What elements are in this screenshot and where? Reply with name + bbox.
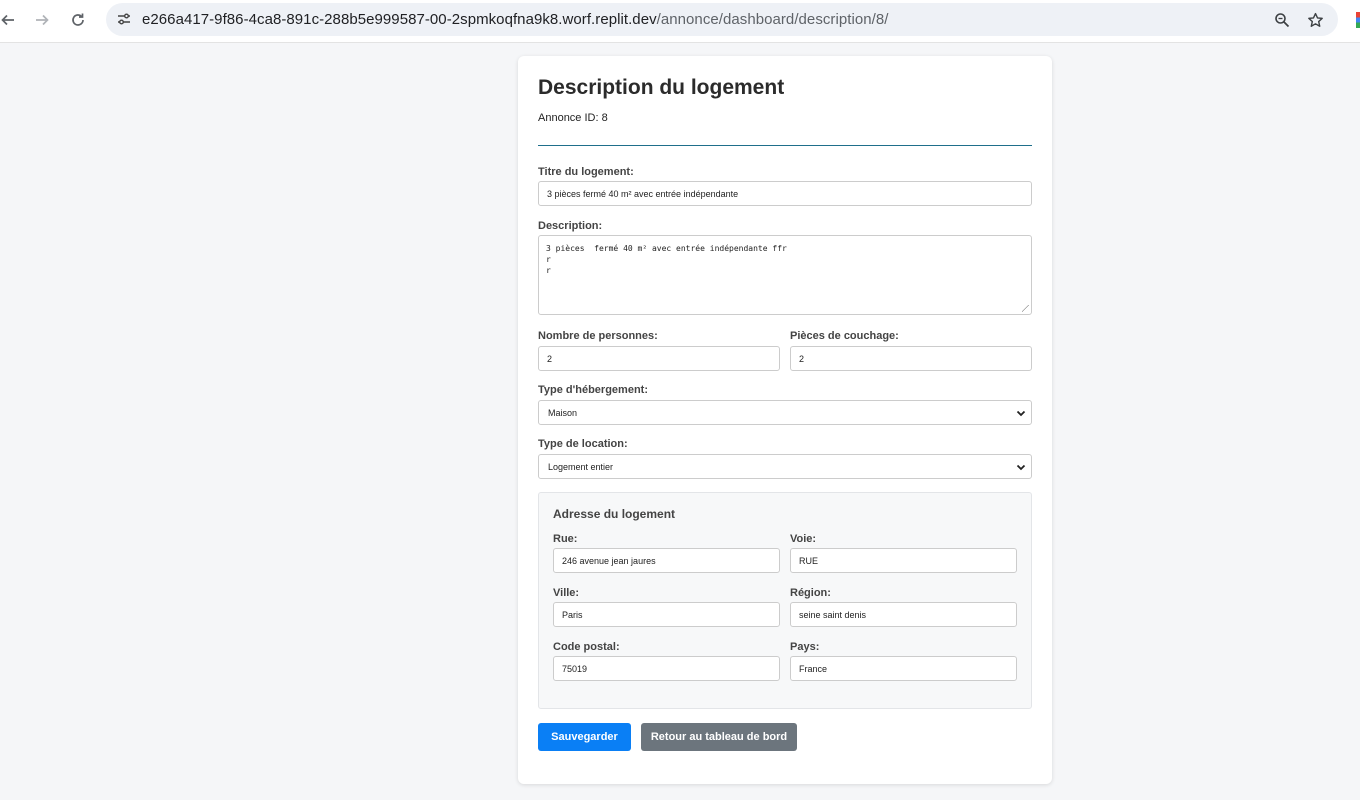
hebergement-value: Maison xyxy=(548,407,578,418)
titre-input[interactable]: 3 pièces fermé 40 m² avec entrée indépen… xyxy=(538,181,1032,206)
reload-icon[interactable] xyxy=(64,6,92,34)
page-title: Description du logement xyxy=(538,76,785,99)
ville-input[interactable]: Paris xyxy=(553,602,780,627)
titre-label: Titre du logement: xyxy=(538,166,634,178)
zoom-icon[interactable] xyxy=(1270,8,1294,32)
url-path: /annonce/dashboard/description/8/ xyxy=(656,11,889,28)
region-input[interactable]: seine saint denis xyxy=(790,602,1017,627)
personnes-label: Nombre de personnes: xyxy=(538,330,658,342)
rue-label: Rue: xyxy=(553,533,578,545)
extension-icon[interactable] xyxy=(1356,12,1360,28)
chevron-down-icon xyxy=(1016,464,1026,471)
description-textarea[interactable]: 3 pièces fermé 40 m² avec entrée indépen… xyxy=(538,235,1032,315)
description-text: 3 pièces fermé 40 m² avec entrée indépen… xyxy=(546,244,787,275)
voie-input[interactable]: RUE xyxy=(790,548,1017,573)
code-postal-input[interactable]: 75019 xyxy=(553,656,780,681)
couchage-label: Pièces de couchage: xyxy=(790,330,899,342)
address-bar[interactable]: e266a417-9f86-4ca8-891c-288b5e999587-00-… xyxy=(106,3,1338,36)
description-card: Description du logement Annonce ID: 8 Ti… xyxy=(518,56,1052,784)
divider xyxy=(538,145,1032,146)
location-value: Logement entier xyxy=(548,461,614,472)
resize-handle-icon[interactable] xyxy=(1022,305,1029,312)
couchage-input[interactable]: 2 xyxy=(790,346,1032,371)
location-select[interactable]: Logement entier xyxy=(538,454,1032,479)
address-section: Adresse du logement Rue: 246 avenue jean… xyxy=(538,492,1032,709)
forward-arrow-icon[interactable] xyxy=(28,6,56,34)
description-label: Description: xyxy=(538,220,603,232)
url-text[interactable]: e266a417-9f86-4ca8-891c-288b5e999587-00-… xyxy=(142,11,888,28)
personnes-input[interactable]: 2 xyxy=(538,346,780,371)
hebergement-label: Type d'hébergement: xyxy=(538,384,648,396)
back-to-dashboard-button[interactable]: Retour au tableau de bord xyxy=(641,723,797,751)
site-info-icon[interactable] xyxy=(114,9,134,29)
save-button[interactable]: Sauvegarder xyxy=(538,723,631,751)
pays-input[interactable]: France xyxy=(790,656,1017,681)
pays-label: Pays: xyxy=(790,641,820,653)
address-title: Adresse du logement xyxy=(553,507,676,521)
code-postal-label: Code postal: xyxy=(553,641,620,653)
hebergement-select[interactable]: Maison xyxy=(538,400,1032,425)
url-host: e266a417-9f86-4ca8-891c-288b5e999587-00-… xyxy=(142,11,657,28)
ville-label: Ville: xyxy=(553,587,580,599)
region-label: Région: xyxy=(790,587,831,599)
voie-label: Voie: xyxy=(790,533,817,545)
bookmark-star-icon[interactable] xyxy=(1303,8,1327,32)
location-label: Type de location: xyxy=(538,438,628,450)
rue-input[interactable]: 246 avenue jean jaures xyxy=(553,548,780,573)
annonce-id: Annonce ID: 8 xyxy=(538,112,608,124)
chevron-down-icon xyxy=(1016,410,1026,417)
browser-toolbar: e266a417-9f86-4ca8-891c-288b5e999587-00-… xyxy=(0,0,1360,43)
back-arrow-icon[interactable] xyxy=(0,6,22,34)
